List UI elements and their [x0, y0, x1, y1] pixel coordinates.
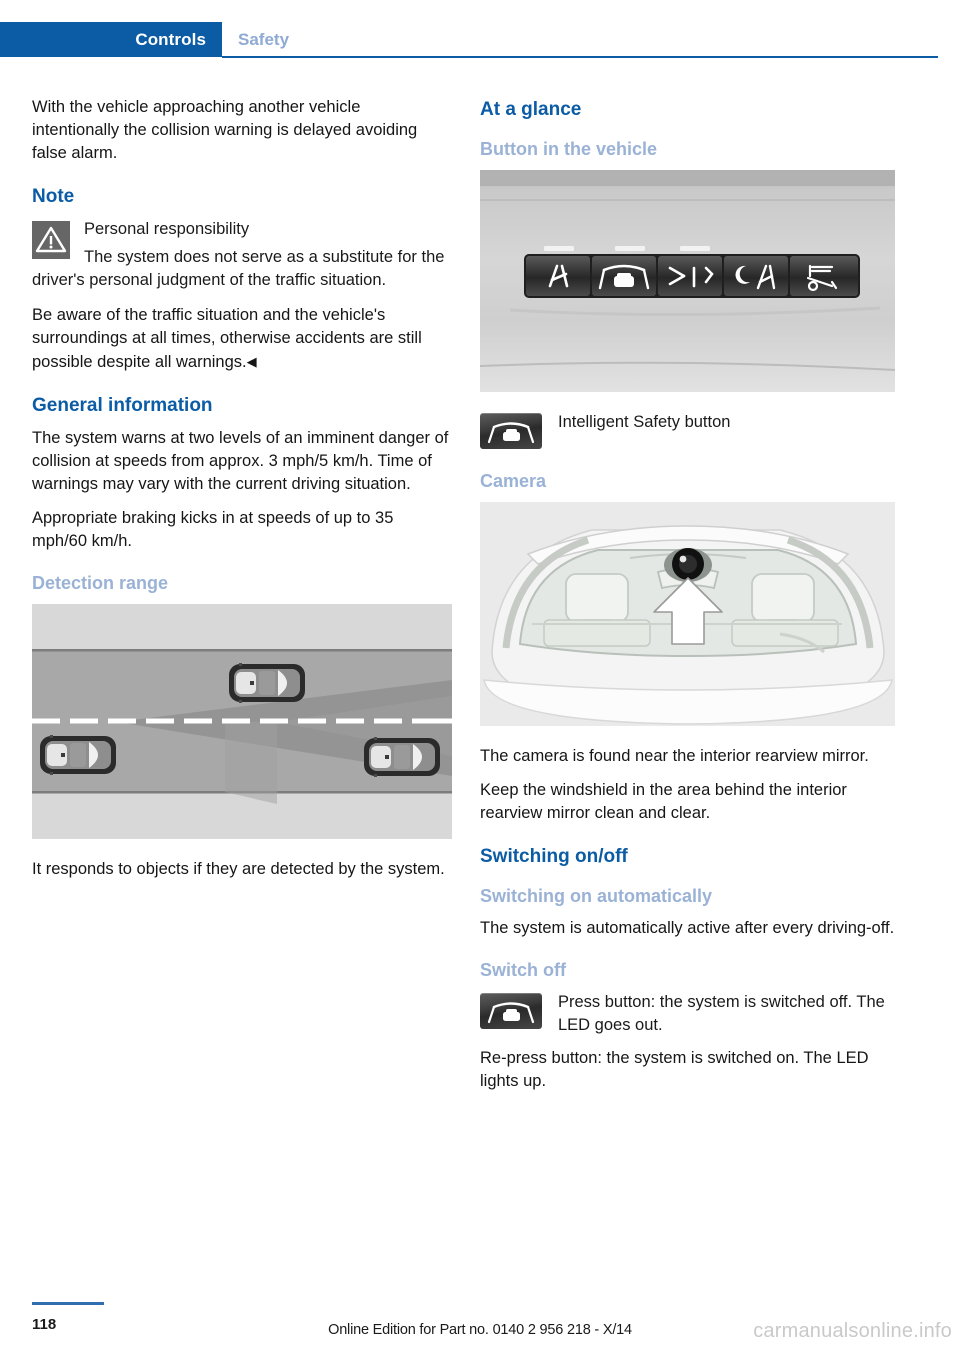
button-night-vision: [724, 256, 788, 296]
switching-on-automatically-heading: Switching on automatically: [480, 886, 713, 906]
intelligent-safety-button-icon: [480, 413, 542, 449]
switch-off-row: Press button: the system is switched off…: [480, 991, 900, 1037]
note-block: Personal responsibility The system does …: [32, 218, 452, 292]
note-body-2: Be aware of the traffic situation and th…: [32, 304, 452, 374]
watermark: carmanualsonline.info: [753, 1320, 952, 1342]
windshield-camera-figure: [480, 502, 900, 731]
switch-off-paragraph: Press button: the system is switched off…: [558, 993, 885, 1034]
breadcrumb-tab-safety-label: Safety: [238, 29, 290, 49]
camera-paragraph-2: Keep the windshield in the area behind t…: [480, 781, 847, 822]
switch-off-heading: Switch off: [480, 960, 566, 980]
breadcrumb-tab-safety[interactable]: Safety: [238, 22, 289, 57]
intro-paragraph: With the vehicle approaching another veh…: [32, 98, 418, 162]
note-body-1-text: The system does not serve as a substitut…: [32, 248, 445, 289]
general-information-heading: General information: [32, 395, 213, 416]
dashboard-button-panel-figure: [479, 170, 900, 397]
note-body-2-text: Be aware of the traffic situation and th…: [32, 306, 422, 371]
footer-divider: [32, 1302, 104, 1305]
note-end-mark: ◀: [246, 354, 257, 369]
intelligent-safety-button-label: Intelligent Safety button: [558, 413, 731, 431]
switching-auto-paragraph: The system is automatically active after…: [480, 919, 895, 937]
note-title: Personal responsibility: [84, 220, 250, 238]
button-in-vehicle-heading: Button in the vehicle: [480, 139, 658, 159]
camera-paragraph-1: The camera is found near the interior re…: [480, 747, 869, 765]
general-paragraph-2: Appropriate braking kicks in at speeds o…: [32, 509, 394, 550]
right-column: At a glance Button in the vehicle Intell…: [479, 96, 900, 1105]
detection-range-figure: [32, 604, 452, 844]
breadcrumb-tab-controls-label: Controls: [135, 29, 206, 49]
note-heading: Note: [32, 186, 75, 207]
car-target: [364, 737, 440, 777]
left-column: With the vehicle approaching another veh…: [32, 96, 452, 893]
car-upper: [229, 663, 305, 703]
intelligent-safety-button-icon: [480, 993, 542, 1029]
button-head-up-display: [790, 256, 858, 296]
camera-heading: Camera: [480, 471, 547, 491]
button-intelligent-safety: [592, 256, 656, 296]
breadcrumb-tab-controls[interactable]: Controls: [0, 22, 222, 57]
at-a-glance-heading: At a glance: [480, 99, 582, 120]
button-lane-departure-warning: [526, 256, 590, 296]
page-header: Controls Safety: [0, 0, 960, 62]
car-ego: [40, 735, 116, 775]
detection-caption: It responds to objects if they are detec…: [32, 860, 445, 878]
note-body-1: The system does not serve as a substitut…: [32, 246, 452, 292]
switch-off-paragraph-2: Re-press button: the system is switched …: [480, 1049, 869, 1090]
switching-on-off-heading: Switching on/off: [480, 846, 628, 867]
detection-range-heading: Detection range: [32, 573, 169, 593]
intelligent-safety-button-row: Intelligent Safety button: [480, 411, 900, 451]
warning-triangle-icon: [32, 221, 70, 259]
general-paragraph-1: The system warns at two levels of an imm…: [32, 429, 449, 493]
button-lane-change: [658, 256, 722, 296]
header-divider: [222, 56, 938, 58]
